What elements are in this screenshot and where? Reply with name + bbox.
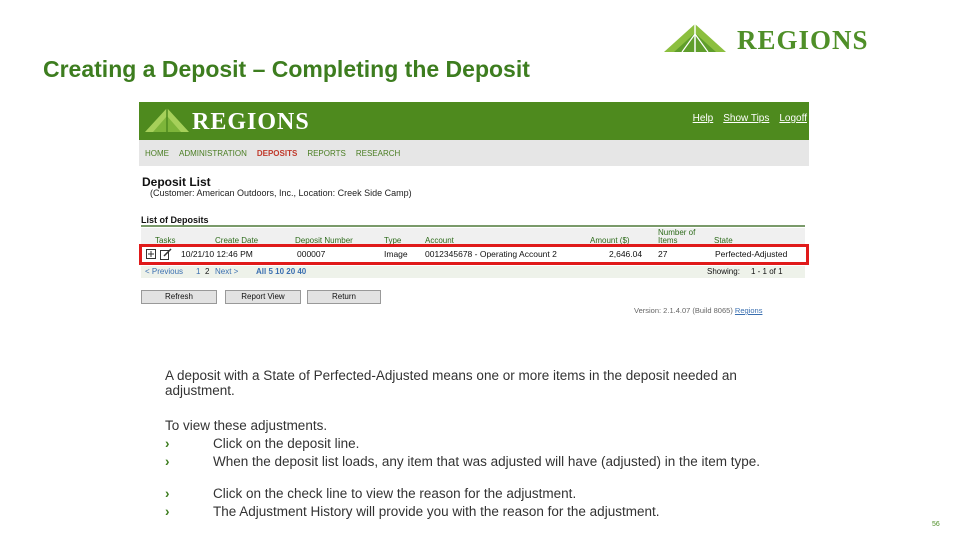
pager-showing-label: Showing: (707, 267, 740, 276)
regions-logo: REGIONS (664, 22, 920, 58)
divider (141, 225, 805, 227)
nav-reports[interactable]: REPORTS (307, 149, 346, 158)
main-nav: HOME ADMINISTRATION DEPOSITS REPORTS RES… (139, 140, 809, 166)
pager: < Previous 1 2 Next > All 5 10 20 40 Sho… (141, 266, 805, 278)
pager-page-1[interactable]: 1 (196, 267, 200, 276)
regions-leaf-icon (664, 24, 726, 53)
nav-research[interactable]: RESEARCH (356, 149, 400, 158)
app-screenshot: REGIONS Help Show Tips Logoff HOME ADMIN… (139, 102, 809, 320)
pager-showing-value: 1 - 1 of 1 (751, 267, 783, 276)
chevron-bullet-icon: › (165, 486, 170, 501)
refresh-button[interactable]: Refresh (141, 290, 217, 304)
pager-page-sizes[interactable]: All 5 10 20 40 (256, 267, 306, 276)
nav-home[interactable]: HOME (145, 149, 169, 158)
pager-previous[interactable]: < Previous (145, 267, 183, 276)
steps-title: To view these adjustments. (165, 418, 328, 433)
pager-page-2[interactable]: 2 (205, 267, 209, 276)
app-banner: REGIONS Help Show Tips Logoff (139, 102, 809, 140)
chevron-bullet-icon: › (165, 436, 170, 451)
nav-administration[interactable]: ADMINISTRATION (179, 149, 247, 158)
version-text: Version: 2.1.4.07 (Build 8065) (634, 306, 733, 315)
app-logo-wordmark: REGIONS (192, 109, 310, 135)
show-tips-link[interactable]: Show Tips (723, 113, 769, 124)
nav-deposits[interactable]: DEPOSITS (257, 149, 297, 158)
help-link[interactable]: Help (693, 113, 714, 124)
version-link[interactable]: Regions (735, 306, 763, 315)
chevron-bullet-icon: › (165, 454, 170, 469)
slide-title: Creating a Deposit – Completing the Depo… (43, 56, 530, 82)
report-view-button[interactable]: Report View (225, 290, 301, 304)
regions-leaf-icon (145, 108, 189, 132)
table-header: Tasks Create Date Deposit Number Type Ac… (141, 228, 805, 245)
step-text: Click on the check line to view the reas… (213, 486, 577, 501)
chevron-bullet-icon: › (165, 504, 170, 519)
return-button[interactable]: Return (307, 290, 381, 304)
intro-paragraph: A deposit with a State of Perfected-Adju… (165, 368, 737, 398)
utility-links: Help Show Tips Logoff (693, 113, 807, 124)
logoff-link[interactable]: Logoff (779, 113, 807, 124)
logo-wordmark: REGIONS (737, 25, 869, 55)
pager-next[interactable]: Next > (215, 267, 238, 276)
step-text: Click on the deposit line. (213, 436, 360, 451)
row-highlight-box (139, 244, 809, 265)
step-text: The Adjustment History will provide you … (213, 504, 660, 519)
deposit-list-subtitle: (Customer: American Outdoors, Inc., Loca… (150, 188, 412, 198)
list-of-deposits-title: List of Deposits (141, 215, 209, 225)
version-info: Version: 2.1.4.07 (Build 8065) Regions (634, 306, 762, 315)
step-text: When the deposit list loads, any item th… (213, 454, 761, 469)
page-number: 56 (932, 521, 940, 528)
deposit-list-title: Deposit List (142, 175, 211, 189)
